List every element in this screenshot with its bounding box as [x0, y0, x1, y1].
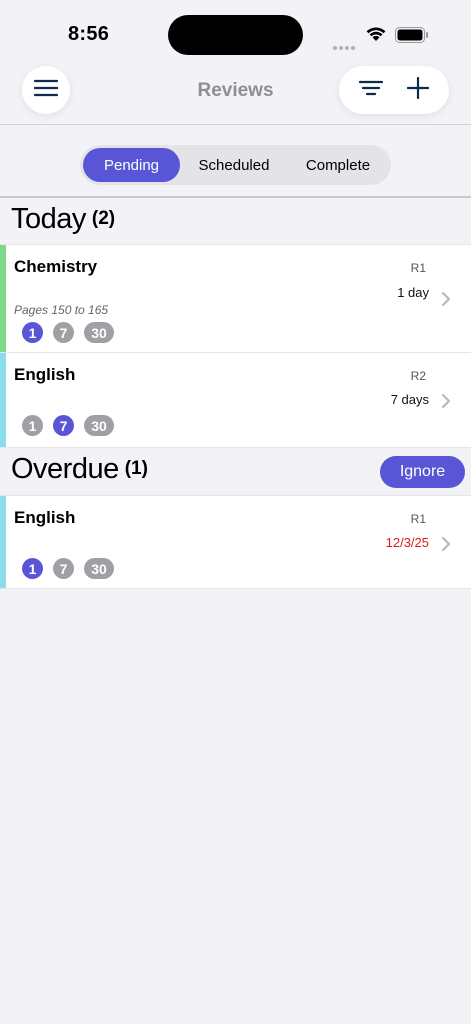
- stage-pill: 7: [53, 322, 74, 343]
- review-round: R2: [410, 369, 426, 383]
- stage-pill: 7: [53, 558, 74, 579]
- interval-stages: 1 7 30: [22, 415, 114, 436]
- review-round: R1: [410, 512, 426, 526]
- subject-color-bar: [0, 496, 6, 588]
- filter-button[interactable]: [351, 70, 391, 110]
- overdue-section-header: Overdue (1): [11, 453, 148, 486]
- tab-pending[interactable]: Pending: [83, 148, 180, 182]
- subject-name: Chemistry: [14, 257, 98, 276]
- chevron-right-icon: [441, 393, 451, 409]
- stage-pill: 1: [22, 415, 43, 436]
- nav-actions: [339, 66, 449, 114]
- add-button[interactable]: [398, 70, 438, 110]
- subject-name: English: [14, 508, 76, 527]
- section-title: Today: [11, 203, 86, 235]
- overdue-date: 12/3/25: [385, 535, 429, 550]
- review-card-english-overdue[interactable]: English R1 12/3/25 1 7 30: [0, 495, 471, 589]
- review-status-tabs: Pending Scheduled Complete: [80, 145, 391, 185]
- due-label: 7 days: [390, 392, 429, 407]
- nav-divider: [0, 124, 471, 125]
- stage-pill: 30: [84, 558, 114, 579]
- interval-stages: 1 7 30: [22, 322, 114, 343]
- due-label: 1 day: [397, 285, 429, 300]
- stage-pill: 30: [84, 322, 114, 343]
- status-time: 8:56: [68, 23, 110, 45]
- stage-pill: 30: [84, 415, 114, 436]
- review-card-english[interactable]: English R2 7 days 1 7 30: [0, 353, 471, 448]
- dynamic-island: [168, 15, 303, 55]
- plus-icon: [406, 76, 429, 104]
- filter-icon: [358, 80, 383, 101]
- subject-name: English: [14, 365, 76, 384]
- ignore-button[interactable]: Ignore: [380, 456, 465, 488]
- tab-scheduled[interactable]: Scheduled: [180, 148, 288, 182]
- chevron-right-icon: [441, 291, 451, 307]
- review-card-chemistry[interactable]: Chemistry R1 1 day Pages 150 to 165 1 7 …: [0, 244, 471, 353]
- stage-pill: 1: [22, 322, 43, 343]
- stage-pill: 1: [22, 558, 43, 579]
- battery-icon: [395, 27, 429, 48]
- tabs-divider: [0, 196, 471, 198]
- stage-pill: 7: [53, 415, 74, 436]
- section-count: (2): [91, 208, 116, 229]
- section-count: (1): [124, 458, 148, 479]
- subject-color-bar: [0, 353, 6, 447]
- section-title: Overdue: [11, 453, 119, 485]
- chevron-right-icon: [441, 536, 451, 552]
- review-round: R1: [410, 261, 426, 275]
- cellular-signal-icon: [333, 37, 357, 55]
- tab-complete[interactable]: Complete: [288, 148, 388, 182]
- interval-stages: 1 7 30: [22, 558, 114, 579]
- page-range-note: Pages 150 to 165: [14, 303, 109, 317]
- subject-color-bar: [0, 245, 6, 352]
- wifi-icon: [365, 25, 387, 47]
- today-section-header: Today (2): [11, 203, 115, 236]
